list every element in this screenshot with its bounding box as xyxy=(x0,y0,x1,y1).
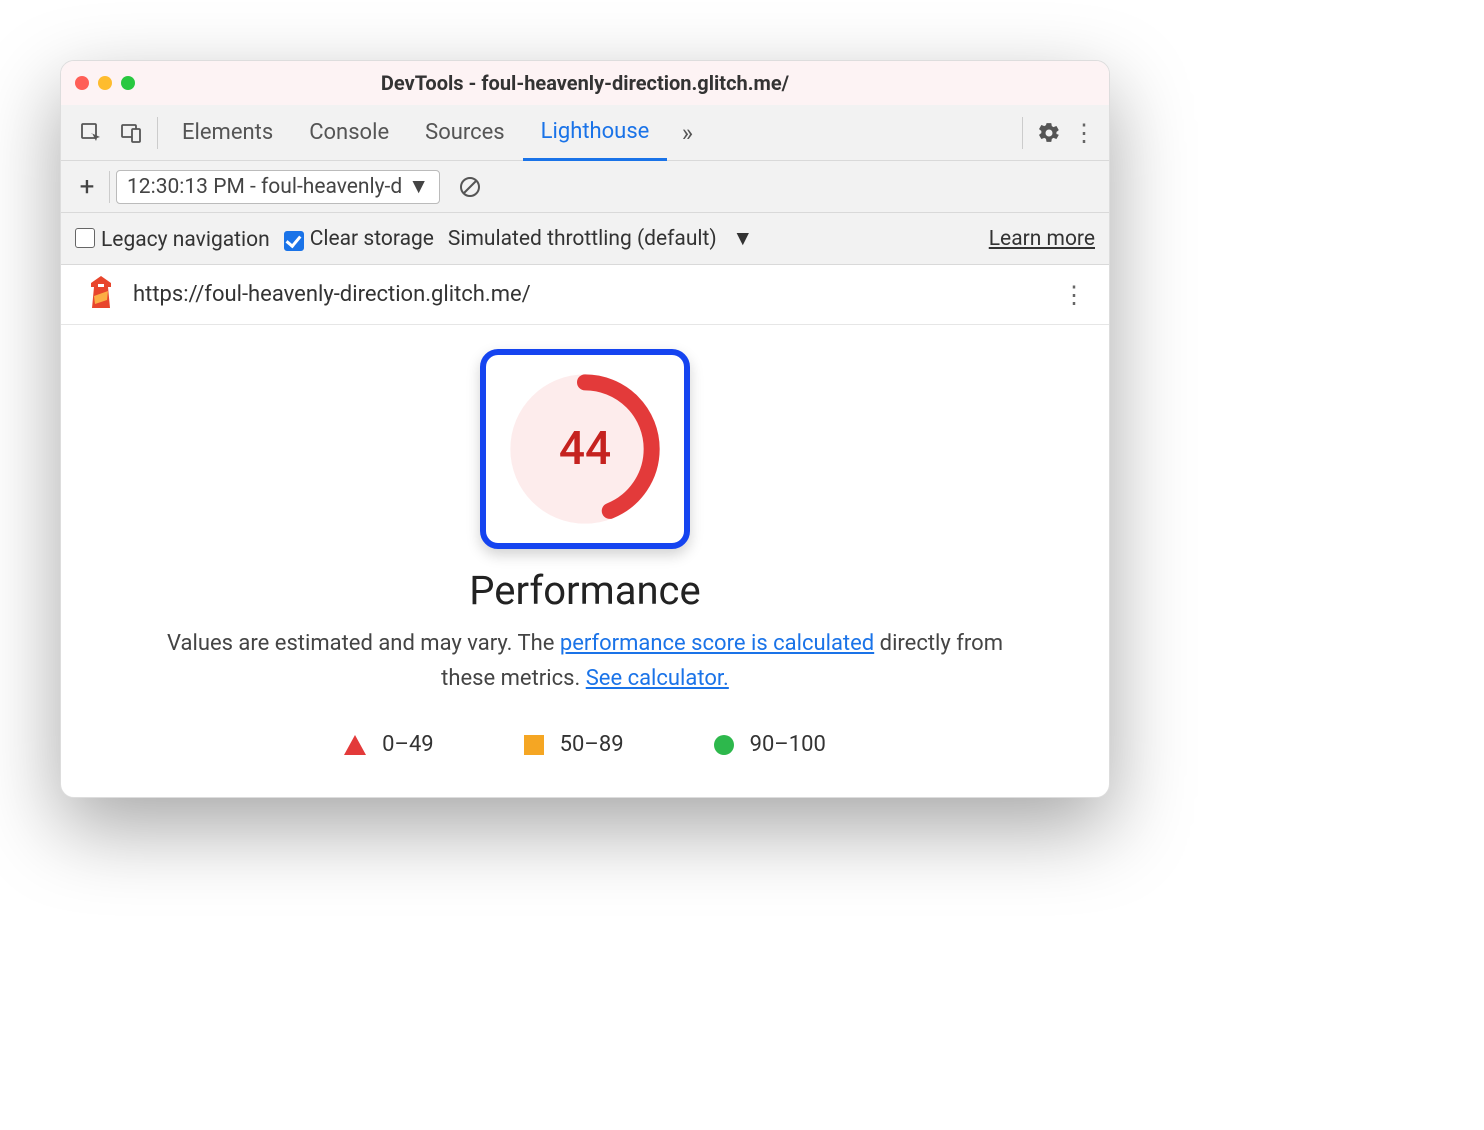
throttling-label: Simulated throttling (default) xyxy=(448,227,717,251)
score-calculated-link[interactable]: performance score is calculated xyxy=(560,631,874,656)
performance-gauge[interactable]: 44 xyxy=(505,369,665,529)
titlebar: DevTools - foul-heavenly-direction.glitc… xyxy=(61,61,1109,105)
performance-description: Values are estimated and may vary. The p… xyxy=(155,626,1015,696)
new-report-button[interactable]: + xyxy=(71,172,103,202)
score-legend: 0–49 50–89 90–100 xyxy=(101,732,1069,757)
panel-tabs: Elements Console Sources Lighthouse » ⋮ xyxy=(61,105,1109,161)
legend-average: 50–89 xyxy=(524,732,624,757)
legend-pass: 90–100 xyxy=(714,732,826,757)
circle-icon xyxy=(714,735,734,755)
lighthouse-toolbar: + 12:30:13 PM - foul-heavenly-d ▼ xyxy=(61,161,1109,213)
clear-storage-label: Clear storage xyxy=(310,227,434,251)
inspect-element-icon[interactable] xyxy=(71,113,111,153)
tab-elements[interactable]: Elements xyxy=(164,105,291,161)
legacy-navigation-label: Legacy navigation xyxy=(101,228,270,252)
clear-storage-checkbox[interactable]: Clear storage xyxy=(284,227,434,251)
tab-console[interactable]: Console xyxy=(291,105,407,161)
report-header: https://foul-heavenly-direction.glitch.m… xyxy=(61,265,1109,325)
legacy-navigation-checkbox[interactable]: Legacy navigation xyxy=(75,226,270,252)
legend-high-label: 90–100 xyxy=(750,732,826,757)
kebab-menu-icon[interactable]: ⋮ xyxy=(1069,113,1099,153)
performance-title: Performance xyxy=(101,567,1069,614)
devtools-window: DevTools - foul-heavenly-direction.glitc… xyxy=(60,60,1110,798)
clear-all-icon[interactable] xyxy=(450,167,490,207)
zoom-window-button[interactable] xyxy=(121,76,135,90)
separator xyxy=(157,117,158,149)
device-toolbar-icon[interactable] xyxy=(111,113,151,153)
minimize-window-button[interactable] xyxy=(98,76,112,90)
close-window-button[interactable] xyxy=(75,76,89,90)
separator xyxy=(109,171,110,203)
audited-url: https://foul-heavenly-direction.glitch.m… xyxy=(133,282,1041,307)
report-menu-icon[interactable]: ⋮ xyxy=(1059,281,1089,309)
report-body: 44 Performance Values are estimated and … xyxy=(61,325,1109,797)
separator xyxy=(1022,117,1023,149)
tab-sources[interactable]: Sources xyxy=(407,105,523,161)
report-selector-label: 12:30:13 PM - foul-heavenly-d xyxy=(127,175,402,199)
lighthouse-logo-icon xyxy=(87,276,115,314)
tab-lighthouse[interactable]: Lighthouse xyxy=(523,105,668,161)
performance-score: 44 xyxy=(505,369,665,529)
chevron-down-icon: ▼ xyxy=(408,175,429,199)
learn-more-link[interactable]: Learn more xyxy=(989,227,1095,251)
see-calculator-link[interactable]: See calculator. xyxy=(586,666,729,691)
legend-mid-label: 50–89 xyxy=(560,732,624,757)
report-selector[interactable]: 12:30:13 PM - foul-heavenly-d ▼ xyxy=(116,170,440,204)
window-title: DevTools - foul-heavenly-direction.glitc… xyxy=(61,71,1109,95)
settings-gear-icon[interactable] xyxy=(1029,113,1069,153)
lighthouse-options: Legacy navigation Clear storage Simulate… xyxy=(61,213,1109,265)
legend-low-label: 0–49 xyxy=(382,732,434,757)
throttling-dropdown[interactable]: Simulated throttling (default) ▼ xyxy=(448,227,753,251)
square-icon xyxy=(524,735,544,755)
desc-text-1: Values are estimated and may vary. The xyxy=(167,631,560,656)
triangle-icon xyxy=(344,735,366,755)
performance-gauge-highlight: 44 xyxy=(480,349,690,549)
window-controls xyxy=(75,76,135,90)
more-tabs-icon[interactable]: » xyxy=(667,113,707,153)
legend-fail: 0–49 xyxy=(344,732,434,757)
